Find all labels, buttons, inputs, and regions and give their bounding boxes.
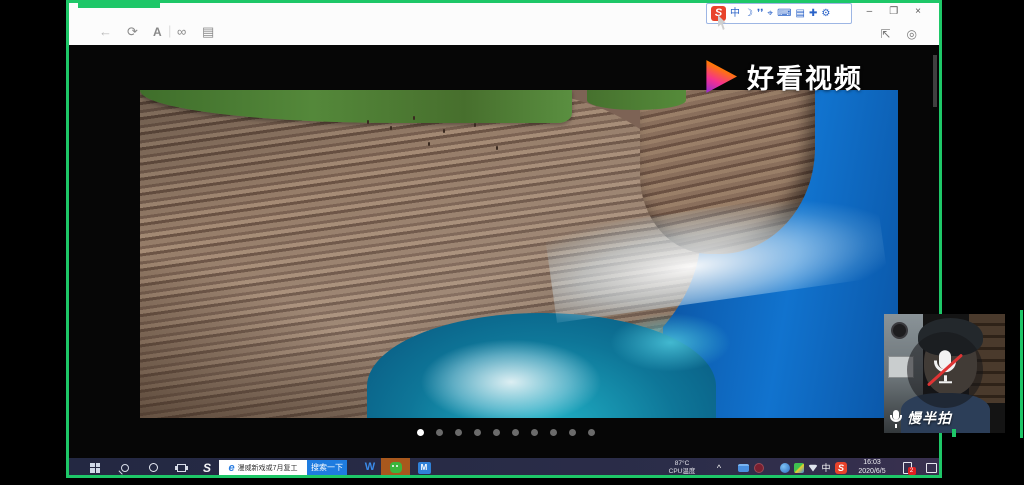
notification-badge: 2 — [908, 467, 916, 475]
recorder-tray-icon — [754, 463, 764, 473]
person-on-cliff — [390, 126, 392, 130]
toolbar-secondary: ⇱ ◎ — [880, 27, 917, 41]
ime-icons: 中 ☽ ❜❜ ⌖ ⌨ ▤ ✚ ⚙ — [730, 8, 830, 20]
carousel-dot[interactable] — [417, 429, 424, 436]
mic-icon[interactable]: ⌖ — [767, 8, 773, 20]
search-suggestion-text: 漫威新戏或7月复工 — [238, 463, 298, 473]
quotes-icon[interactable]: ❜❜ — [757, 8, 763, 20]
refresh-button[interactable]: ⟳ — [127, 25, 138, 39]
haokan-watermark: 好看视频 — [703, 57, 863, 96]
task-view-button[interactable] — [171, 458, 191, 477]
carousel-dot[interactable] — [569, 429, 576, 436]
wechat-icon — [390, 462, 402, 473]
minimize-button[interactable]: – — [867, 6, 873, 17]
tray-expand-button[interactable]: ^ — [711, 458, 727, 477]
mic-small-icon — [889, 410, 903, 428]
back-button[interactable]: ← — [99, 25, 112, 39]
carousel-dots — [417, 429, 595, 436]
carousel-dot[interactable] — [531, 429, 538, 436]
recording-frame-corner — [78, 0, 160, 8]
close-button[interactable]: × — [915, 6, 921, 17]
wps-icon: W — [365, 461, 375, 474]
video-frame[interactable] — [140, 90, 898, 418]
window-controls: – ❐ × — [867, 6, 921, 17]
phone-icon: 2 — [903, 462, 912, 474]
taskbar-search-box[interactable]: e 漫威新戏或7月复工 — [219, 460, 307, 475]
turquoise-highlight — [610, 313, 731, 372]
chinese-mode-indicator[interactable]: 中 — [730, 8, 740, 20]
taskbar-clock[interactable]: 16:03 2020/6/5 — [851, 458, 893, 477]
tray-recorder-app[interactable] — [751, 458, 767, 477]
color-app-tray-icon — [794, 463, 804, 473]
person-on-cliff — [496, 146, 498, 150]
carousel-dot[interactable] — [436, 429, 443, 436]
recording-edge-accent — [1020, 310, 1023, 438]
wifi-icon — [808, 464, 818, 472]
keyboard-icon[interactable]: ⌨ — [777, 8, 791, 20]
taskbar-item-wechat[interactable] — [381, 458, 410, 477]
action-center-button[interactable] — [921, 458, 941, 477]
sogou-pinned-app[interactable]: S — [197, 458, 217, 477]
wall-clock — [891, 322, 908, 339]
toolbar-divider: | — [168, 24, 171, 38]
carousel-dot[interactable] — [588, 429, 595, 436]
browser-toolbar: ← ⟳ A | ∞ ▤ – ❐ × ⇱ ◎ S 中☽❜❜⌖⌨▤✚⚙ — [69, 3, 939, 45]
sogou-ime-toolbar[interactable]: S 中☽❜❜⌖⌨▤✚⚙ — [706, 3, 852, 24]
clipboard-icon[interactable]: ▤ — [796, 8, 805, 20]
ime-mode-indicator[interactable]: 中 — [819, 458, 833, 477]
clock-date: 2020/6/5 — [858, 468, 885, 477]
webcam-app-name: 慢半拍 — [907, 408, 952, 428]
cortana-icon — [149, 463, 158, 472]
haokan-play-logo-icon — [703, 60, 737, 94]
save-card-button[interactable]: ▤ — [202, 25, 214, 39]
more-options-button[interactable]: ◎ — [907, 27, 917, 41]
windows-logo-icon — [90, 463, 100, 473]
person-on-cliff — [413, 116, 415, 120]
running-indicator — [362, 475, 378, 477]
cpu-temperature: 87°C CPU温度 — [660, 458, 704, 477]
tray-sogou[interactable]: S — [833, 458, 849, 477]
search-icon — [121, 464, 129, 472]
task-view-icon — [177, 464, 186, 472]
running-indicator — [416, 475, 432, 477]
globe-tray-icon — [780, 463, 790, 473]
mic-muted-indicator — [907, 332, 983, 408]
person-on-cliff — [474, 123, 476, 127]
search-go-button[interactable]: 搜索一下 — [307, 460, 347, 475]
restore-button[interactable]: ❐ — [889, 6, 898, 17]
wave-foam-bottom — [420, 339, 602, 418]
app-m-icon: M — [418, 462, 431, 474]
ie-browser-icon: e — [228, 462, 234, 474]
scrollbar-thumb[interactable] — [933, 55, 937, 107]
carousel-dot[interactable] — [455, 429, 462, 436]
clock-time: 16:03 — [863, 459, 881, 468]
keyboard-tray-icon — [738, 464, 749, 472]
taskbar-search-button[interactable] — [115, 458, 135, 477]
carousel-dot[interactable] — [474, 429, 481, 436]
webcam-overlay[interactable]: 慢半拍 — [884, 314, 1005, 433]
carousel-dot[interactable] — [550, 429, 557, 436]
start-button[interactable] — [85, 458, 105, 477]
wrench-icon[interactable]: ⚙ — [821, 8, 830, 20]
share-button[interactable]: ⇱ — [880, 27, 890, 41]
taskbar-item-app[interactable]: M — [413, 458, 435, 477]
moon-icon[interactable]: ☽ — [744, 8, 753, 20]
action-center-icon — [926, 463, 937, 473]
notification-tray-item[interactable]: 2 — [897, 458, 917, 477]
tray-keyboard-app[interactable] — [735, 458, 751, 477]
carousel-dot[interactable] — [493, 429, 500, 436]
link-button[interactable]: ∞ — [177, 25, 186, 39]
carousel-dot[interactable] — [512, 429, 519, 436]
skin-icon[interactable]: ✚ — [809, 8, 817, 20]
webcam-app-label: 慢半拍 — [889, 408, 952, 428]
taskbar: S e 漫威新戏或7月复工 搜索一下 W M 87°C CPU温度 ^ 中 S … — [69, 458, 939, 477]
recording-edge-tick — [952, 429, 956, 437]
font-size-button[interactable]: A — [153, 25, 162, 39]
haokan-brand-text: 好看视频 — [747, 57, 863, 96]
taskbar-item-wps[interactable]: W — [359, 458, 381, 477]
vegetation-patch — [587, 90, 686, 110]
cortana-button[interactable] — [143, 458, 163, 477]
sogou-tray-icon: S — [835, 462, 847, 474]
